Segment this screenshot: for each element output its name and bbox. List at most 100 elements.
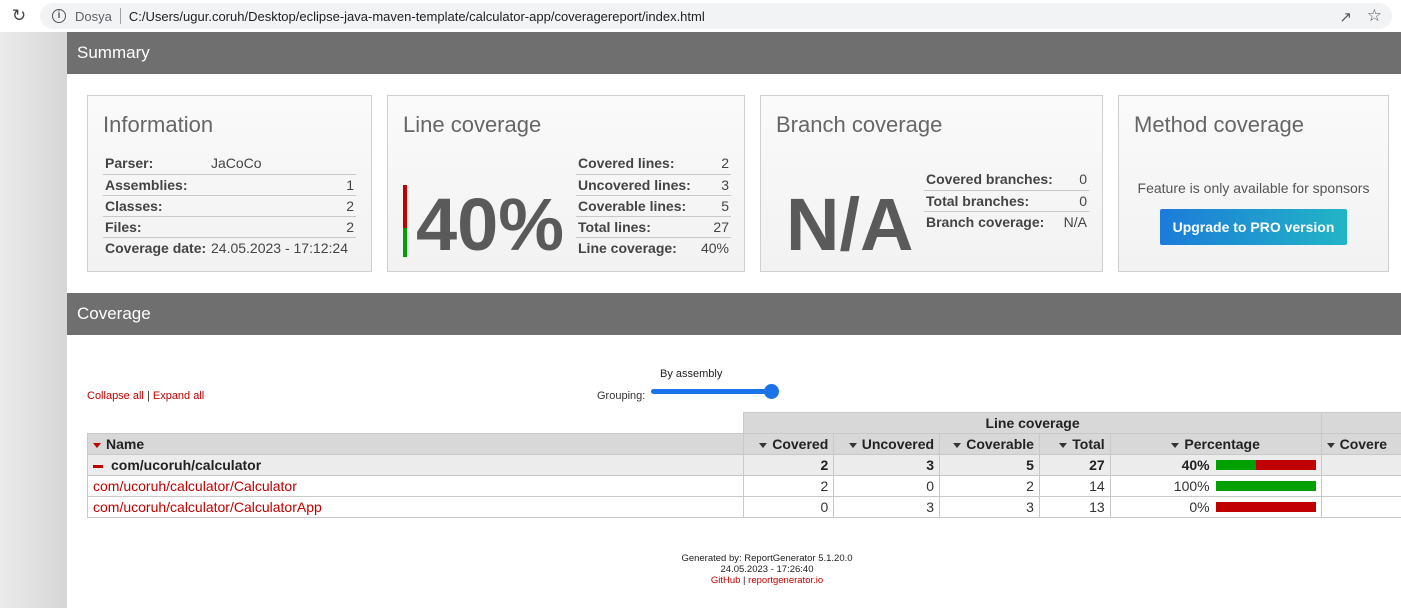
line-coverage-table: Covered lines: 2 Uncovered lines: 3 Covera… [576, 153, 731, 258]
group-name-cell[interactable]: com/ucoruh/calculator [86, 454, 745, 476]
covered-cell: 0 [743, 496, 835, 518]
percentage-value: 0% [1189, 499, 1210, 515]
coverable-cell: 3 [939, 496, 1040, 518]
info-key: Classes: [103, 195, 209, 217]
information-table: Parser: JaCoCo Assemblies: 1 Classes: 2 Fil… [103, 153, 356, 258]
info-icon[interactable]: i [52, 9, 66, 23]
line-row: Uncovered lines: 3 [576, 174, 731, 196]
browser-address-bar: ↻ i Dosya C:/Users/ugur.coruh/Desktop/ec… [0, 0, 1401, 32]
class-link[interactable]: com/ucoruh/calculator/Calculator [93, 478, 297, 494]
coverage-bar-covered [1215, 481, 1316, 491]
column-header-percentage[interactable]: Percentage [1109, 433, 1322, 455]
class-name-cell[interactable]: com/ucoruh/calculator/Calculator [86, 475, 745, 497]
column-label: Covere [1339, 436, 1388, 452]
column-header-covered[interactable]: Covered [743, 433, 835, 455]
branch-key: Covered branches: [924, 169, 1061, 191]
info-key: Files: [103, 216, 209, 238]
column-label: Uncovered [861, 436, 935, 452]
column-header-branch-covered[interactable]: Covere [1320, 433, 1401, 455]
info-row: Assemblies: 1 [103, 174, 356, 196]
method-coverage-card: Method coverage Feature is only availabl… [1118, 95, 1389, 272]
line-coverage-card: Line coverage 40% Covered lines: 2 Uncove… [387, 95, 745, 272]
percentage-cell: 100% [1109, 475, 1322, 497]
coverage-bar-covered [1215, 460, 1256, 470]
coverage-header: Coverage [67, 293, 1401, 335]
percentage-cell: 40% [1109, 454, 1322, 476]
column-header-name[interactable]: Name [86, 433, 745, 455]
branch-value: 0 [1060, 190, 1089, 212]
line-row: Coverable lines: 5 [576, 195, 731, 217]
left-gutter [0, 32, 67, 608]
method-coverage-title: Method coverage [1134, 112, 1304, 137]
class-link[interactable]: com/ucoruh/calculator/CalculatorApp [93, 499, 322, 515]
branch-row: Total branches: 0 [924, 190, 1089, 212]
share-icon[interactable]: ↗ [1339, 8, 1352, 26]
line-key: Uncovered lines: [576, 174, 698, 196]
bookmark-star-icon[interactable]: ☆ [1367, 6, 1382, 26]
column-header-coverable[interactable]: Coverable [939, 433, 1040, 455]
line-value: 3 [697, 174, 731, 196]
grouping-slider-track[interactable] [651, 389, 775, 394]
percentage-value: 100% [1173, 478, 1210, 494]
coverage-table: Line coverage Name Covered Uncovered Cov… [86, 412, 1401, 518]
line-value: 27 [697, 216, 731, 238]
coverage-bar [1215, 460, 1316, 470]
table-group-header-row: Line coverage [87, 412, 1401, 434]
github-link[interactable]: GitHub [711, 575, 741, 586]
line-row: Line coverage: 40% [576, 237, 731, 258]
total-cell: 27 [1038, 454, 1111, 476]
sponsor-notice: Feature is only available for sponsors [1137, 180, 1370, 196]
grouping-slider-thumb[interactable] [764, 384, 779, 399]
url-bar[interactable]: i Dosya C:/Users/ugur.coruh/Desktop/ecli… [40, 3, 1392, 29]
line-value: 5 [697, 195, 731, 217]
line-coverage-covered-bar [403, 228, 407, 257]
coverage-bar [1215, 502, 1316, 512]
group-name: com/ucoruh/calculator [111, 457, 262, 473]
info-row: Classes: 2 [103, 195, 356, 217]
column-label: Percentage [1184, 436, 1260, 452]
footer-links: GitHub | reportgenerator.io [642, 575, 892, 586]
sort-icon [1059, 442, 1068, 448]
info-value: 24.05.2023 - 17:12:24 [211, 239, 349, 256]
info-key: Assemblies: [103, 174, 209, 196]
table-column-header-row: Name Covered Uncovered Coverable Total P… [86, 433, 1401, 455]
line-value: 40% [700, 239, 729, 256]
column-header-uncovered[interactable]: Uncovered [833, 433, 941, 455]
branch-key: Branch coverage: [926, 213, 1045, 230]
reportgenerator-link[interactable]: reportgenerator.io [748, 575, 823, 586]
info-value: 2 [209, 216, 356, 238]
class-name-cell[interactable]: com/ucoruh/calculator/CalculatorApp [86, 496, 745, 518]
url-origin: Dosya [75, 8, 112, 24]
total-cell: 14 [1038, 475, 1111, 497]
links-separator: | [146, 390, 150, 402]
table-row[interactable]: com/ucoruh/calculator/CalculatorApp 0 3 … [86, 496, 1401, 518]
collapse-minus-icon[interactable] [93, 464, 103, 468]
next-group-header [1320, 412, 1401, 434]
total-cell: 13 [1038, 496, 1111, 518]
line-key: Coverable lines: [576, 195, 698, 217]
upgrade-pro-button[interactable]: Upgrade to PRO version [1160, 209, 1347, 245]
url-path[interactable]: C:/Users/ugur.coruh/Desktop/eclipse-java… [129, 9, 705, 24]
branch-value: N/A [1063, 213, 1087, 230]
information-card: Information Parser: JaCoCo Assemblies: 1 C… [87, 95, 372, 272]
collapse-expand-links: Collapse all | Expand all [87, 390, 204, 402]
url-separator [119, 8, 121, 24]
expand-all-link[interactable]: Expand all [153, 390, 204, 402]
summary-header: Summary [67, 32, 1401, 74]
line-row: Total lines: 27 [576, 216, 731, 238]
report-page: Summary Information Parser: JaCoCo Assemb… [67, 32, 1401, 608]
collapse-all-link[interactable]: Collapse all [87, 390, 144, 402]
column-label: Covered [772, 436, 829, 452]
uncovered-cell: 3 [833, 454, 941, 476]
sort-icon [1171, 442, 1180, 448]
uncovered-cell: 0 [833, 475, 941, 497]
table-row[interactable]: com/ucoruh/calculator 2 3 5 27 40% [86, 454, 1401, 476]
reload-icon[interactable]: ↻ [10, 7, 28, 25]
blank-header-cell [87, 412, 744, 434]
column-header-total[interactable]: Total [1038, 433, 1111, 455]
sort-icon [1326, 442, 1335, 448]
table-row[interactable]: com/ucoruh/calculator/Calculator 2 0 2 1… [86, 475, 1401, 497]
info-row: Parser: JaCoCo [103, 153, 356, 175]
footer-separator: | [743, 575, 746, 586]
branch-key: Total branches: [924, 190, 1061, 212]
